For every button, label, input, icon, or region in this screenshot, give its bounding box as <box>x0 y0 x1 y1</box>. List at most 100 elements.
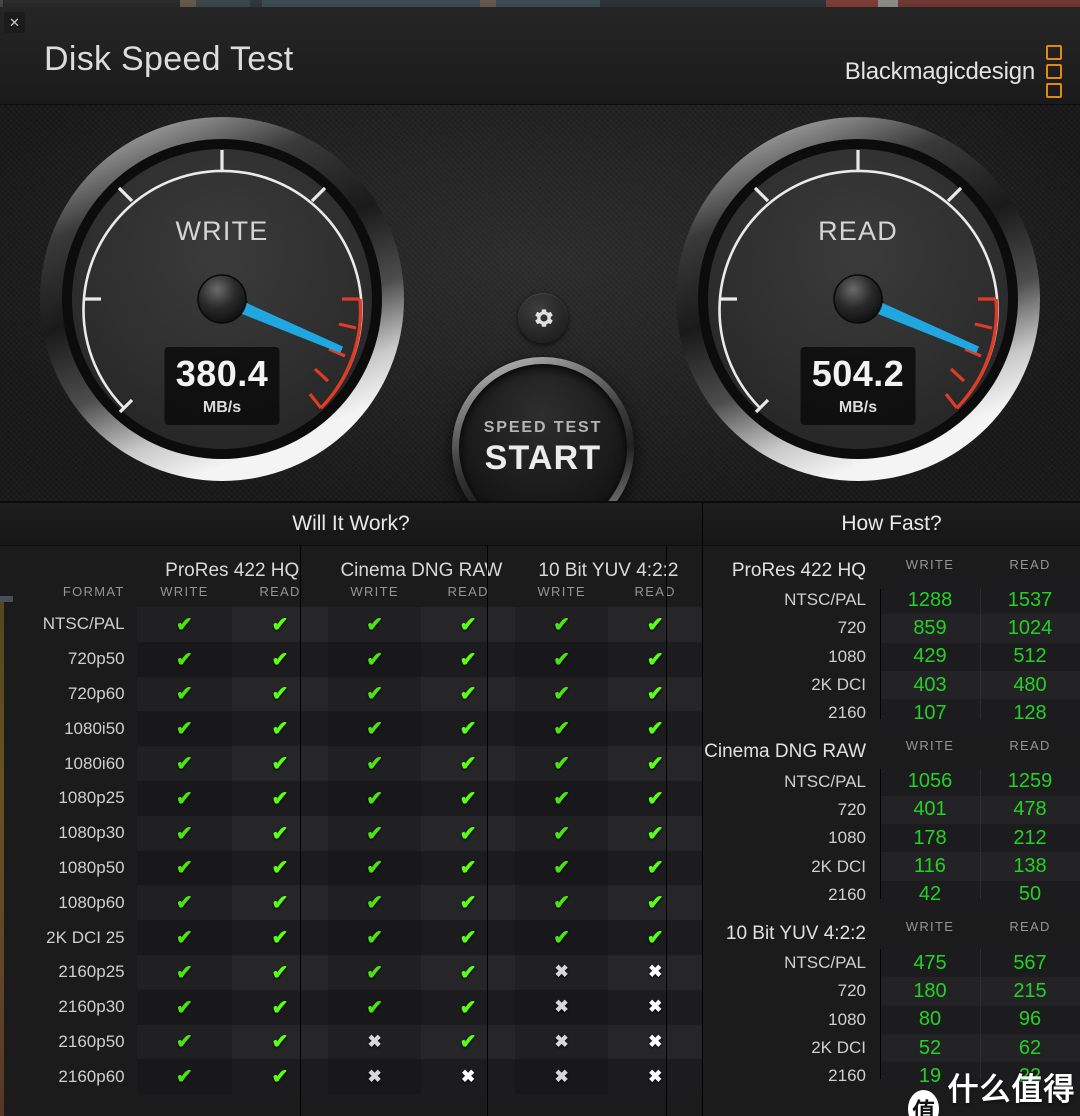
table-row: 1080i50 ✔ ✔ ✔ ✔ ✔ ✔ <box>0 711 702 747</box>
sub-write-3: WRITE <box>537 584 586 599</box>
check-icon: ✔ <box>232 641 328 677</box>
table-row: 2K DCI 52 62 <box>703 1033 1080 1063</box>
format-label: 1080p50 <box>58 857 125 877</box>
format-label: 1080p25 <box>58 788 125 808</box>
cross-icon: ✖ <box>327 1059 422 1095</box>
write-speed-value: 80 <box>880 1005 980 1034</box>
check-icon: ✔ <box>421 885 515 921</box>
sub-write-1: WRITE <box>160 584 209 599</box>
format-label: 1080i50 <box>64 718 125 738</box>
check-icon: ✔ <box>608 641 702 677</box>
check-icon: ✔ <box>327 850 422 886</box>
cross-icon: ✖ <box>514 989 609 1025</box>
write-speed-value: 859 <box>880 614 980 643</box>
format-label: 2160p25 <box>58 962 125 982</box>
resolution-label: 2160 <box>828 1066 866 1086</box>
check-icon: ✔ <box>514 746 609 781</box>
check-icon: ✔ <box>327 607 422 642</box>
table-row: 1080p60 ✔ ✔ ✔ ✔ ✔ ✔ <box>0 885 702 921</box>
resolution-label: 720 <box>837 981 866 1001</box>
hf-divider-2a <box>880 769 881 899</box>
how-fast-col-write: WRITE <box>905 737 955 753</box>
codec-header-yuv: 10 Bit YUV 4:2:2 <box>538 560 679 581</box>
read-gauge: READ 504.2 MB/s <box>670 111 1046 487</box>
read-speed-value: 1259 <box>980 767 1080 796</box>
cross-icon: ✖ <box>514 1059 609 1095</box>
table-row: 2160p50 ✔ ✔ ✖ ✔ ✖ ✖ <box>0 1024 702 1060</box>
cross-icon: ✖ <box>608 1059 702 1095</box>
write-gauge-label: WRITE <box>175 216 269 246</box>
table-row: 1080i60 ✔ ✔ ✔ ✔ ✔ ✔ <box>0 746 702 781</box>
column-divider-2 <box>487 546 488 1116</box>
check-icon: ✔ <box>136 746 233 781</box>
table-row: 1080p30 ✔ ✔ ✔ ✔ ✔ ✔ <box>0 815 702 851</box>
read-speed-value: 512 <box>980 642 1080 671</box>
how-fast-col-write: WRITE <box>905 919 955 935</box>
check-icon: ✔ <box>608 676 702 712</box>
hf-divider-1a <box>880 589 881 719</box>
check-icon: ✔ <box>514 815 609 851</box>
gear-icon[interactable] <box>518 293 568 343</box>
check-icon: ✔ <box>232 815 328 851</box>
check-icon: ✔ <box>232 850 328 886</box>
write-speed-value: 403 <box>880 670 980 700</box>
check-icon: ✔ <box>232 746 328 781</box>
check-icon: ✔ <box>421 850 515 886</box>
cross-icon: ✖ <box>327 1024 422 1060</box>
gauges-panel: WRITE 380.4 MB/s READ 504.2 MB/s SPEED T… <box>0 105 1080 503</box>
start-button-line1: SPEED TEST <box>483 418 603 436</box>
how-fast-group-header: 10 Bit YUV 4:2:2 WRITE READ <box>703 909 1080 949</box>
check-icon: ✔ <box>327 885 422 921</box>
read-speed-value: 50 <box>980 880 1080 909</box>
hf-divider-2b <box>980 769 981 899</box>
write-readout: 380.4 MB/s <box>166 356 278 417</box>
check-icon: ✔ <box>136 850 233 886</box>
how-fast-group-header: ProRes 422 HQ WRITE READ <box>703 546 1080 586</box>
format-label: 1080p60 <box>58 892 125 912</box>
codec-header-row: ProRes 422 HQ Cinema DNG RAW 10 Bit YUV … <box>0 546 702 584</box>
check-icon: ✔ <box>232 1024 328 1060</box>
check-icon: ✔ <box>514 711 609 747</box>
hf-divider-3a <box>880 949 881 1079</box>
table-row: 720p50 ✔ ✔ ✔ ✔ ✔ ✔ <box>0 641 702 677</box>
table-row: 2160p30 ✔ ✔ ✔ ✔ ✖ ✖ <box>0 989 702 1025</box>
close-icon[interactable]: ✕ <box>4 12 25 33</box>
how-fast-col-write: WRITE <box>905 556 955 572</box>
format-label: 2160p60 <box>58 1066 125 1086</box>
check-icon: ✔ <box>327 641 422 677</box>
table-row: 1080 178 212 <box>703 824 1080 853</box>
check-icon: ✔ <box>514 641 609 677</box>
check-icon: ✔ <box>421 920 515 955</box>
check-icon: ✔ <box>327 780 422 816</box>
how-fast-panel: How Fast? ProRes 422 HQ WRITE READ NTSC/PAL… <box>703 503 1080 1116</box>
read-speed-value: 212 <box>980 824 1080 853</box>
how-fast-col-read: READ <box>1009 919 1051 935</box>
write-speed-value: 429 <box>880 642 980 671</box>
table-row: 720p60 ✔ ✔ ✔ ✔ ✔ ✔ <box>0 676 702 712</box>
will-it-work-title: Will It Work? <box>0 503 702 546</box>
write-speed-value: 180 <box>880 977 980 1006</box>
write-speed-value: 107 <box>880 699 980 728</box>
blackmagic-mark-icon <box>1046 45 1062 98</box>
check-icon: ✔ <box>608 607 702 642</box>
speed-test-start-button[interactable]: SPEED TEST START <box>452 357 634 501</box>
check-icon: ✔ <box>608 885 702 921</box>
check-icon: ✔ <box>136 815 233 851</box>
check-icon: ✔ <box>608 920 702 955</box>
write-speed-value: 1056 <box>880 767 980 796</box>
write-speed-value: 178 <box>880 824 980 853</box>
how-fast-group-header: Cinema DNG RAW WRITE READ <box>703 727 1080 767</box>
write-speed-value: 42 <box>880 880 980 909</box>
format-column-header: FORMAT <box>62 584 125 599</box>
resolution-label: 2160 <box>828 703 866 723</box>
table-row: NTSC/PAL ✔ ✔ ✔ ✔ ✔ ✔ <box>0 607 702 642</box>
check-icon: ✔ <box>136 1024 233 1060</box>
check-icon: ✔ <box>232 989 328 1025</box>
brand-logo: Blackmagicdesign <box>845 45 1062 98</box>
how-fast-group-name: Cinema DNG RAW <box>704 741 866 763</box>
how-fast-table: ProRes 422 HQ WRITE READ NTSC/PAL 1288 1537 72… <box>703 546 1080 1091</box>
cross-icon: ✖ <box>514 954 609 990</box>
how-fast-group-name: 10 Bit YUV 4:2:2 <box>725 922 866 944</box>
check-icon: ✔ <box>514 850 609 886</box>
table-row: 2K DCI 25 ✔ ✔ ✔ ✔ ✔ ✔ <box>0 920 702 955</box>
